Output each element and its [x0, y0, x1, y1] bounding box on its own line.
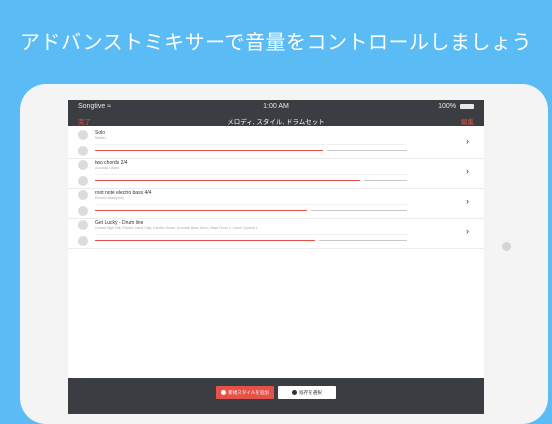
- status-time: 1:00 AM: [263, 103, 289, 110]
- mute-icon[interactable]: [78, 146, 88, 156]
- chevron-right-icon[interactable]: ›: [466, 136, 469, 146]
- track-subtitle: Mirthel: [95, 136, 106, 140]
- battery-icon: [460, 103, 474, 109]
- battery-text: 100%: [438, 103, 457, 110]
- select-existing-button[interactable]: 既存を選択: [278, 386, 336, 399]
- track-row[interactable]: two chords 2/4 Acoustic Grand ›: [68, 158, 484, 189]
- headline: アドバンストミキサーで音量をコントロールしましょう: [20, 30, 532, 54]
- volume-slider-fill[interactable]: [95, 150, 323, 151]
- select-existing-label: 既存を選択: [299, 390, 322, 395]
- row-divider: [95, 144, 407, 145]
- chevron-right-icon[interactable]: ›: [466, 196, 469, 206]
- mute-icon[interactable]: [78, 206, 88, 216]
- volume-slider-track[interactable]: [319, 240, 407, 241]
- track-row[interactable]: root note electro bass 4/4 Electric Bass(…: [68, 188, 484, 219]
- volume-slider-track[interactable]: [311, 210, 407, 211]
- chevron-right-icon[interactable]: ›: [466, 226, 469, 236]
- volume-slider-fill[interactable]: [95, 210, 307, 211]
- plus-circle-icon: [221, 390, 227, 396]
- add-new-style-label: 新規スタイルを追加: [228, 390, 269, 395]
- volume-slider-track[interactable]: [327, 150, 407, 151]
- battery-status: 100%: [438, 103, 474, 110]
- check-circle-icon: [292, 390, 298, 396]
- row-divider: [95, 174, 407, 175]
- row-divider: [95, 204, 407, 205]
- volume-slider-fill[interactable]: [95, 240, 315, 241]
- row-divider: [95, 234, 407, 235]
- mute-icon[interactable]: [78, 236, 88, 246]
- track-subtitle: Acoustic Grand: [95, 166, 119, 170]
- nav-title: メロディ, スタイル, ドラムセット: [227, 119, 325, 126]
- app-screen: Songtive ≈ 1:00 AM 100% 完了 メロディ, スタイル, ド…: [68, 100, 484, 414]
- track-row[interactable]: Get Lucky - Drum line Closed High Hat, El…: [68, 218, 484, 249]
- mute-icon[interactable]: [78, 176, 88, 186]
- chevron-right-icon[interactable]: ›: [466, 166, 469, 176]
- instrument-icon: [78, 220, 88, 230]
- add-new-style-button[interactable]: 新規スタイルを追加: [216, 386, 274, 399]
- nav-bar: 完了 メロディ, スタイル, ドラムセット 編集: [68, 114, 484, 126]
- edit-button[interactable]: 編集: [461, 116, 474, 126]
- track-subtitle: Closed High Hat, Electric Hand Clap, Ele…: [95, 226, 258, 230]
- instrument-icon: [78, 190, 88, 200]
- home-button: [502, 242, 511, 251]
- bottom-toolbar: 新規スタイルを追加 既存を選択: [68, 378, 484, 414]
- instrument-icon: [78, 160, 88, 170]
- volume-slider-fill[interactable]: [95, 180, 360, 181]
- track-row[interactable]: Solo Mirthel ›: [68, 128, 484, 159]
- volume-slider-track[interactable]: [364, 180, 407, 181]
- track-subtitle: Electric Bass(pick): [95, 196, 124, 200]
- instrument-icon: [78, 130, 88, 140]
- status-bar: Songtive ≈ 1:00 AM 100%: [68, 100, 484, 114]
